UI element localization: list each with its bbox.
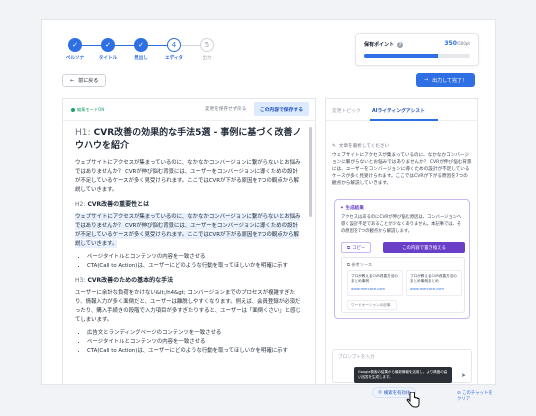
check-icon: ✓ bbox=[134, 38, 148, 52]
reference-title: 参考ソース bbox=[351, 262, 373, 267]
list-item[interactable]: ページタイトルとコンテンツの内容を一致させる bbox=[87, 338, 303, 347]
step-title[interactable]: ✓ タイトル bbox=[93, 38, 123, 61]
points-current: 350 bbox=[444, 40, 457, 47]
copy-icon: ⧉ bbox=[347, 245, 351, 251]
h1-text: CVR改善の効果的な手法5選 - 事例に基づく改善ノウハウを紹介 bbox=[75, 128, 302, 151]
copy-label: コピー bbox=[352, 245, 366, 251]
arrow-right-icon: → bbox=[423, 77, 429, 83]
points-title: 保有ポイント bbox=[364, 42, 395, 48]
editor-content[interactable]: H1: CVR改善の効果的な手法5選 - 事例に基づく改善ノウハウを紹介 ウェブ… bbox=[75, 127, 303, 356]
assist-panel: 変更トピック AIライティングアシスト ✎ 文章を書析してください ウェブサイト… bbox=[325, 98, 478, 385]
assist-tabs: 変更トピック AIライティングアシスト bbox=[326, 99, 477, 121]
arrow-left-icon: ← bbox=[70, 77, 75, 84]
globe-icon: ◎ bbox=[378, 390, 382, 395]
step-number: 4 bbox=[167, 38, 181, 52]
reference-url: www.mercoce.com bbox=[351, 287, 385, 291]
article-h1[interactable]: H1: CVR改善の効果的な手法5選 - 事例に基づく改善ノウハウを紹介 bbox=[75, 127, 303, 153]
generation-result-card: ✦ 生成結果 アクセスはあるのにCVRが伸び悩む原因は、コンバージョンへ導く設計… bbox=[334, 199, 470, 319]
back-label: 前に戻る bbox=[78, 78, 99, 84]
clear-chat-label: このチャットをクリア bbox=[457, 391, 493, 402]
points-progress-bar bbox=[364, 54, 470, 58]
step-label: ペルソナ bbox=[65, 56, 85, 61]
user-message-text: ウェブサイトにアクセスが集まっているのに、なかなかコンバージョンに繋がらないとお… bbox=[332, 153, 472, 186]
section-paragraph[interactable]: ユーザーに余計な負荷をかけない&lt;/h4&gt; コンバージョンまでのプロセ… bbox=[75, 289, 303, 325]
reference-more[interactable]: ワードオーシャンの記事 bbox=[347, 300, 397, 310]
list-item[interactable]: 広告文とランディングページのコンテンツを一致させる bbox=[87, 329, 303, 338]
app-frame: ✓ ペルソナ ✓ タイトル ✓ 見出し 4 エディタ 5 出力 保有ポイント ?… bbox=[41, 19, 496, 408]
progress-stepper: ✓ ペルソナ ✓ タイトル ✓ 見出し 4 エディタ 5 出力 bbox=[60, 38, 220, 68]
points-max: /500pt bbox=[456, 41, 470, 46]
replace-button[interactable]: この内容で置き換える bbox=[383, 242, 465, 253]
send-icon[interactable]: ➤ bbox=[461, 372, 466, 379]
h1-tag: H1: bbox=[75, 128, 91, 138]
copy-button[interactable]: ⧉ コピー bbox=[341, 242, 372, 253]
article-h2[interactable]: H2: CVR改善の重要性とは bbox=[75, 200, 303, 209]
tab-change-topic[interactable]: 変更トピック bbox=[332, 107, 361, 114]
finish-label: 出力して完了！ bbox=[432, 77, 467, 84]
step-editor[interactable]: 4 エディタ bbox=[159, 38, 189, 61]
h2-text: CVR改善の重要性とは bbox=[87, 201, 150, 208]
web-search-tooltip: Google検索の結果から最新情報を活用し、より精度の高い回答を生成します。 bbox=[354, 367, 452, 383]
list-item[interactable]: ページタイトルとコンテンツの内容を一致させる bbox=[87, 253, 303, 262]
help-icon[interactable]: ? bbox=[397, 41, 404, 48]
list-item[interactable]: CTA(Call to Action)は、ユーザーにどのような行動を取ってほしい… bbox=[87, 262, 303, 271]
user-instruction: 文章を書析してください bbox=[338, 144, 390, 149]
check-icon: ✓ bbox=[101, 38, 115, 52]
back-button[interactable]: ← 前に戻る bbox=[62, 74, 107, 87]
prompt-placeholder: プロンプトを入力 bbox=[338, 355, 375, 360]
generation-title-row: ✦ 生成結果 bbox=[340, 205, 364, 211]
bullet-list: 広告文とランディングページのコンテンツを一致させる ページタイトルとコンテンツの… bbox=[87, 329, 303, 356]
h3-text: CVR改善のための基本的な手法 bbox=[87, 277, 174, 284]
points-progress-fill bbox=[364, 54, 439, 58]
link-icon: ⧉ bbox=[347, 262, 350, 267]
h3-tag: H3: bbox=[75, 277, 86, 284]
edit-icon: ✎ bbox=[332, 144, 336, 149]
finish-button[interactable]: → 出力して完了！ bbox=[415, 73, 475, 87]
user-instruction-row: ✎ 文章を書析してください bbox=[332, 143, 472, 150]
step-persona[interactable]: ✓ ペルソナ bbox=[60, 38, 90, 61]
step-label: タイトル bbox=[98, 56, 118, 61]
discard-button[interactable]: 変更を保存せず戻る bbox=[205, 106, 246, 112]
reference-card-title: プロが教えるCVR改善方法のまとめ事例まとめ bbox=[410, 274, 457, 283]
intro-paragraph[interactable]: ウェブサイトにアクセスが集まっているのに、なかなかコンバージョンに繋がらないとお… bbox=[75, 159, 303, 195]
reference-card-title: プロが教えるCVR改善方法のまとめ事例 bbox=[351, 274, 398, 283]
status-dot-icon bbox=[71, 108, 75, 112]
edit-mode-indicator: 編集モードON bbox=[71, 107, 104, 113]
hand-cursor-icon bbox=[406, 392, 420, 408]
editor-scrollbar[interactable] bbox=[309, 127, 312, 217]
step-label: エディタ bbox=[164, 56, 184, 61]
step-output: 5 出力 bbox=[192, 38, 222, 61]
reference-url: www.mercoce.com bbox=[410, 287, 444, 291]
editor-toolbar: 編集モードON 変更を保存せず戻る この内容で保存する bbox=[63, 99, 315, 121]
reference-title-row: ⧉ 参考ソース bbox=[347, 262, 372, 268]
reference-card[interactable]: プロが教えるCVR改善方法のまとめ事例 www.mercoce.com bbox=[347, 270, 403, 296]
points-title-row: 保有ポイント ? bbox=[364, 41, 404, 48]
selected-text[interactable]: ウェブサイトにアクセスが集まっているのに、なかなかコンバージョンに繋がらないとお… bbox=[75, 213, 301, 248]
clear-chat-link[interactable]: ⊘ このチャットをクリア bbox=[457, 390, 495, 402]
tab-ai-assist[interactable]: AIライティングアシスト bbox=[372, 107, 425, 114]
clear-icon: ⊘ bbox=[457, 391, 461, 396]
step-label: 見出し bbox=[134, 56, 148, 61]
user-message: ✎ 文章を書析してください ウェブサイトにアクセスが集まっているのに、なかなかコ… bbox=[332, 143, 472, 187]
generation-title: 生成結果 bbox=[345, 206, 364, 211]
step-label: 出力 bbox=[202, 56, 212, 61]
active-tab-indicator bbox=[370, 119, 438, 121]
reference-sources: ⧉ 参考ソース プロが教えるCVR改善方法のまとめ事例 www.mercoce.… bbox=[341, 257, 465, 313]
h2-tag: H2: bbox=[75, 201, 86, 208]
edit-mode-label: 編集モードON bbox=[77, 107, 105, 112]
bullet-list: ページタイトルとコンテンツの内容を一致させる CTA(Call to Actio… bbox=[87, 253, 303, 271]
save-button[interactable]: この内容で保存する bbox=[253, 102, 309, 116]
reference-card[interactable]: プロが教えるCVR改善方法のまとめ事例まとめ www.mercoce.com bbox=[406, 270, 462, 296]
check-icon: ✓ bbox=[68, 38, 82, 52]
generation-text: アクセスはあるのにCVRが伸び悩む原因は、コンバージョンへ導く設計不足であること… bbox=[341, 215, 462, 234]
points-value: 350/500pt bbox=[444, 40, 470, 47]
step-heading[interactable]: ✓ 見出し bbox=[126, 38, 156, 61]
article-editor[interactable]: 編集モードON 変更を保存せず戻る この内容で保存する H1: CVR改善の効果… bbox=[62, 98, 316, 385]
step-number: 5 bbox=[200, 38, 214, 52]
list-item[interactable]: CTA(Call to Action)は、ユーザーにどのような行動を取ってほしい… bbox=[87, 347, 303, 356]
article-h3[interactable]: H3: CVR改善のための基本的な手法 bbox=[75, 276, 303, 285]
points-card: 保有ポイント ? 350/500pt bbox=[355, 33, 479, 66]
sparkle-icon: ✦ bbox=[340, 206, 344, 211]
